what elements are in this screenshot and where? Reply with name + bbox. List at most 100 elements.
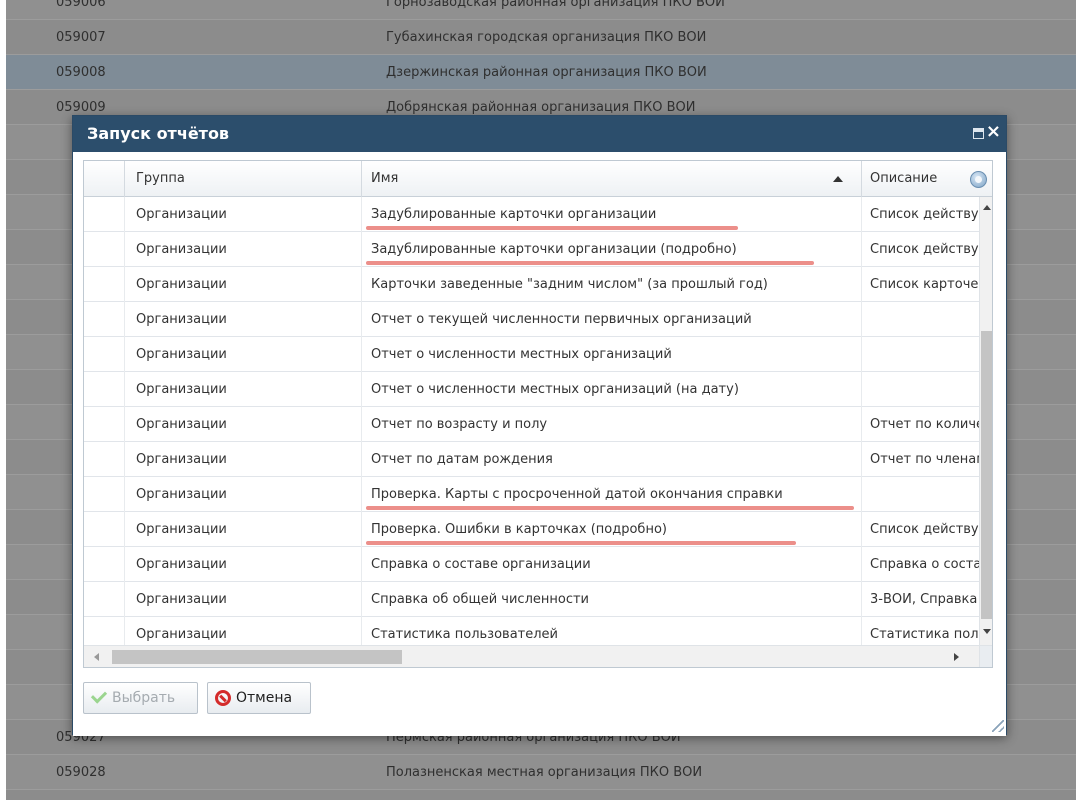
description-cell: 3-ВОИ, Справка xyxy=(870,592,978,607)
vertical-scroll-thumb[interactable] xyxy=(981,331,992,619)
report-row[interactable]: Организации Отчет о численности местных о… xyxy=(84,337,979,372)
background-row[interactable]: 059007 Губахинская городская организация … xyxy=(6,20,1076,55)
highlight-underline xyxy=(366,506,854,510)
highlight-underline xyxy=(366,541,796,545)
report-row[interactable]: Организации Отчет по возрасту и полу Отчет… xyxy=(84,407,979,442)
description-cell xyxy=(862,337,979,372)
cancel-button[interactable]: Отмена xyxy=(207,682,311,714)
group-cell: Организации xyxy=(125,512,362,547)
name-cell: Справка о составе организации xyxy=(362,547,862,582)
group-cell: Организации xyxy=(125,337,362,372)
name-cell: Отчет о численности местных организаций xyxy=(362,337,862,372)
report-row[interactable]: Организации Карточки заведенные "задним ч… xyxy=(84,267,979,302)
report-row[interactable]: Организации Отчет о численности местных о… xyxy=(84,372,979,407)
vertical-scrollbar[interactable] xyxy=(979,197,992,645)
maximize-icon[interactable] xyxy=(973,128,984,139)
background-row-code: 059028 xyxy=(56,765,106,780)
description-cell: Статистика пользователей xyxy=(870,627,979,642)
column-header-group[interactable]: Группа xyxy=(125,161,362,197)
select-button-label: Выбрать xyxy=(112,690,176,706)
group-cell: Организации xyxy=(125,547,362,582)
background-row[interactable]: 059008 Дзержинская районная организация П… xyxy=(6,55,1076,90)
row-select-cell[interactable] xyxy=(84,442,125,477)
description-cell: Отчет по членам xyxy=(870,452,979,467)
row-select-cell[interactable] xyxy=(84,477,125,512)
description-cell: Список действующих xyxy=(870,522,979,537)
report-row[interactable]: Организации Статистика пользователей Стати… xyxy=(84,617,979,645)
description-cell xyxy=(862,477,979,512)
name-cell: Отчет о текущей численности первичных ор… xyxy=(362,302,862,337)
group-cell: Организации xyxy=(125,477,362,512)
background-row-name: Губахинская городская организация ПКО ВО… xyxy=(386,30,707,45)
group-cell: Организации xyxy=(125,407,362,442)
group-cell: Организации xyxy=(125,372,362,407)
report-row[interactable]: Организации Задублированные карточки орга… xyxy=(84,197,979,232)
report-row[interactable]: Организации Отчет о текущей численности п… xyxy=(84,302,979,337)
name-cell: Отчет по датам рождения xyxy=(362,442,862,477)
dialog-header: Запуск отчётов × xyxy=(73,116,1006,152)
report-grid: Группа Имя Описание Организации Задублиро… xyxy=(83,160,993,668)
row-select-cell[interactable] xyxy=(84,337,125,372)
background-row-name: Горнозаводская районная организация ПКО … xyxy=(386,0,725,10)
row-select-cell[interactable] xyxy=(84,512,125,547)
background-row-code: 059006 xyxy=(56,0,106,10)
row-select-cell[interactable] xyxy=(84,267,125,302)
close-icon[interactable]: × xyxy=(986,121,1001,143)
resize-grip-icon[interactable] xyxy=(992,720,1004,732)
name-cell: Справка об общей численности xyxy=(362,582,862,617)
background-row[interactable]: 059006 Горнозаводская районная организаци… xyxy=(6,0,1076,20)
name-cell: Карточки заведенные "задним числом" (за … xyxy=(362,267,862,302)
name-cell: Отчет о численности местных организаций … xyxy=(362,372,862,407)
name-cell: Отчет по возрасту и полу xyxy=(362,407,862,442)
dialog-body: Группа Имя Описание Организации Задублиро… xyxy=(73,152,1006,736)
description-cell: Отчет по количеству xyxy=(870,417,979,432)
report-launch-dialog: Запуск отчётов × Группа Имя Описание Орг… xyxy=(72,115,1007,736)
row-select-cell[interactable] xyxy=(84,547,125,582)
group-cell: Организации xyxy=(125,267,362,302)
report-row[interactable]: Организации Проверка. Карты с просроченно… xyxy=(84,477,979,512)
row-select-cell[interactable] xyxy=(84,372,125,407)
row-select-cell[interactable] xyxy=(84,232,125,267)
description-cell: Список действующих xyxy=(870,242,979,257)
group-cell: Организации xyxy=(125,232,362,267)
report-row[interactable]: Организации Справка об общей численности 3… xyxy=(84,582,979,617)
report-row[interactable]: Организации Справка о составе организации… xyxy=(84,547,979,582)
group-cell: Организации xyxy=(125,197,362,232)
group-cell: Организации xyxy=(125,442,362,477)
name-cell: Статистика пользователей xyxy=(362,617,862,645)
cancel-button-label: Отмена xyxy=(236,690,293,706)
row-select-cell[interactable] xyxy=(84,617,125,645)
scroll-right-arrow-icon[interactable] xyxy=(954,653,959,661)
scroll-down-arrow-icon[interactable] xyxy=(983,629,991,634)
background-row-code: 059007 xyxy=(56,30,106,45)
highlight-underline xyxy=(366,261,814,265)
description-cell: Список карточек xyxy=(870,277,979,292)
background-row[interactable]: 059028 Полазненская местная организация П… xyxy=(6,755,1076,790)
background-row[interactable]: 059029Свердловская районная организация … xyxy=(6,790,1076,800)
row-select-cell[interactable] xyxy=(84,582,125,617)
select-button[interactable]: Выбрать xyxy=(83,682,198,714)
row-select-cell[interactable] xyxy=(84,302,125,337)
columns-menu-icon[interactable] xyxy=(970,171,987,188)
group-cell: Организации xyxy=(125,302,362,337)
cancel-icon xyxy=(215,690,231,706)
grid-rows: Организации Задублированные карточки орга… xyxy=(84,197,979,645)
column-header-name[interactable]: Имя xyxy=(362,161,862,197)
column-header-name-label: Имя xyxy=(371,171,399,186)
report-row[interactable]: Организации Отчет по датам рождения Отчет … xyxy=(84,442,979,477)
row-select-cell[interactable] xyxy=(84,407,125,442)
background-row-name: Дзержинская районная организация ПКО ВОИ xyxy=(386,65,707,80)
description-cell: Справка о составе xyxy=(870,557,979,572)
group-cell: Организации xyxy=(125,617,362,645)
scroll-up-arrow-icon[interactable] xyxy=(983,205,991,210)
background-row-code: 059008 xyxy=(56,65,106,80)
group-cell: Организации xyxy=(125,582,362,617)
header-select-column xyxy=(84,161,125,197)
row-select-cell[interactable] xyxy=(84,197,125,232)
report-row[interactable]: Организации Проверка. Ошибки в карточках … xyxy=(84,512,979,547)
report-row[interactable]: Организации Задублированные карточки орга… xyxy=(84,232,979,267)
horizontal-scroll-thumb[interactable] xyxy=(112,650,402,664)
scroll-left-arrow-icon[interactable] xyxy=(94,653,99,661)
sort-ascending-icon xyxy=(833,176,843,182)
horizontal-scrollbar[interactable] xyxy=(84,645,979,667)
